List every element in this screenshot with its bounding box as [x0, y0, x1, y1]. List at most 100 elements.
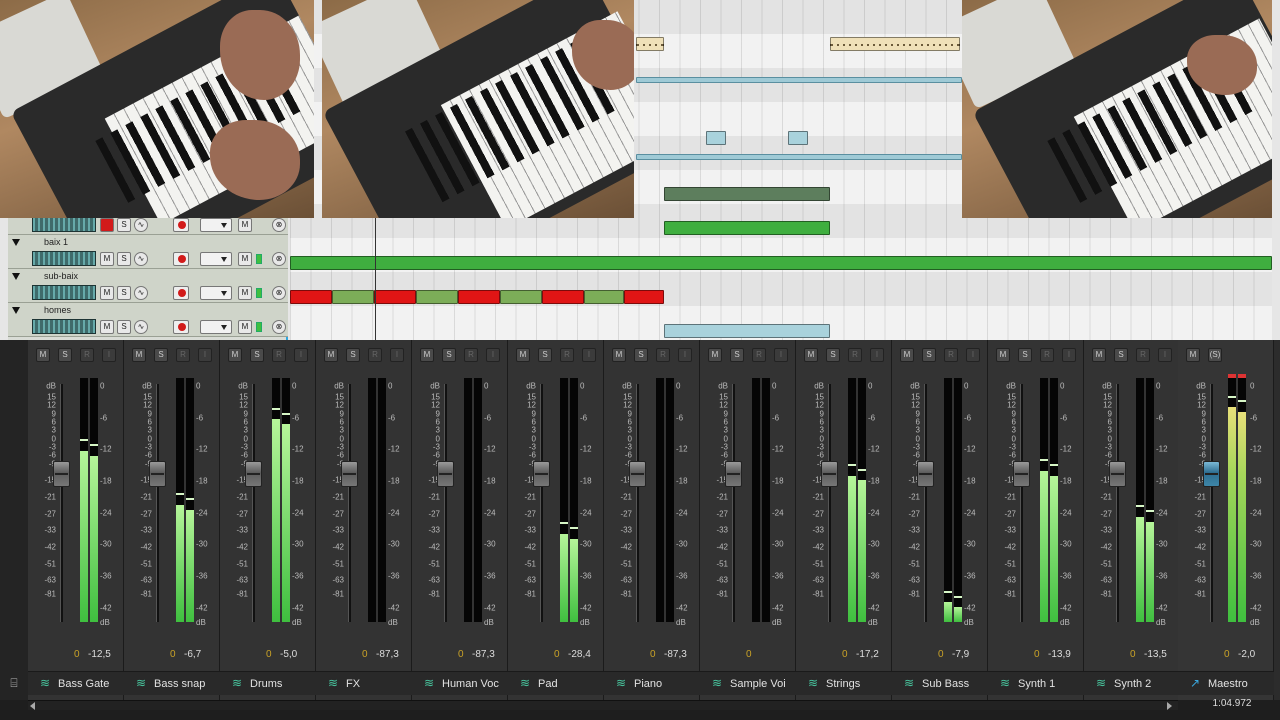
monitor-button[interactable]: M — [238, 320, 252, 334]
record-button[interactable] — [173, 252, 189, 266]
mute-button[interactable]: M — [996, 348, 1010, 362]
channel-name-bar[interactable]: ↗ Maestro — [1178, 671, 1274, 695]
clip[interactable] — [636, 154, 962, 160]
read-button[interactable]: R — [944, 348, 958, 362]
solo-button[interactable]: S — [634, 348, 648, 362]
volume-fader[interactable] — [725, 461, 742, 488]
volume-value[interactable]: -12,5 — [88, 649, 120, 660]
input-button[interactable]: I — [774, 348, 788, 362]
volume-value[interactable]: -17,2 — [856, 649, 888, 660]
clip[interactable] — [664, 187, 830, 201]
pan-value[interactable]: 0 — [1224, 649, 1230, 660]
solo-button[interactable]: S — [730, 348, 744, 362]
pan-value[interactable]: 0 — [842, 649, 848, 660]
mute-button[interactable]: M — [1186, 348, 1200, 362]
input-button[interactable]: I — [486, 348, 500, 362]
close-icon[interactable]: ⊗ — [272, 218, 286, 232]
volume-value[interactable]: -87,3 — [472, 649, 504, 660]
read-button[interactable]: R — [752, 348, 766, 362]
mute-button[interactable]: M — [132, 348, 146, 362]
monitor-button[interactable]: M — [238, 286, 252, 300]
clip[interactable] — [542, 290, 584, 304]
channel-name-bar[interactable]: ≋ Strings — [796, 671, 892, 695]
mute-button[interactable]: M — [1092, 348, 1106, 362]
pan-value[interactable]: 0 — [650, 649, 656, 660]
collapse-triangle-icon[interactable] — [12, 273, 20, 280]
input-button[interactable]: I — [966, 348, 980, 362]
volume-fader[interactable] — [1203, 461, 1220, 488]
volume-fader[interactable] — [821, 461, 838, 488]
waveform-icon[interactable]: ∿ — [134, 252, 148, 266]
pan-value[interactable]: 0 — [458, 649, 464, 660]
pan-value[interactable]: 0 — [938, 649, 944, 660]
record-button[interactable] — [173, 286, 189, 300]
pan-value[interactable]: 0 — [554, 649, 560, 660]
mute-button[interactable]: M — [804, 348, 818, 362]
clip[interactable] — [458, 290, 500, 304]
input-button[interactable]: I — [870, 348, 884, 362]
playhead[interactable] — [375, 218, 376, 340]
read-button[interactable]: R — [1136, 348, 1150, 362]
input-button[interactable]: I — [582, 348, 596, 362]
collapse-triangle-icon[interactable] — [12, 239, 20, 246]
record-button[interactable] — [173, 320, 189, 334]
read-button[interactable]: R — [176, 348, 190, 362]
record-arm-button[interactable] — [100, 218, 114, 232]
channel-name-bar[interactable]: ≋ Human Voc — [412, 671, 508, 695]
channel-name-bar[interactable]: ≋ Synth 2 — [1084, 671, 1180, 695]
volume-fader[interactable] — [53, 461, 70, 488]
waveform-icon[interactable]: ∿ — [134, 286, 148, 300]
scroll-left-icon[interactable] — [30, 702, 35, 710]
pan-value[interactable]: 0 — [362, 649, 368, 660]
monitor-button[interactable]: M — [238, 218, 252, 232]
solo-button[interactable]: (S) — [1208, 348, 1222, 362]
channel-name-bar[interactable]: ≋ Sub Bass — [892, 671, 988, 695]
input-button[interactable]: I — [198, 348, 212, 362]
read-button[interactable]: R — [272, 348, 286, 362]
input-button[interactable]: I — [1158, 348, 1172, 362]
pan-value[interactable]: 0 — [1130, 649, 1136, 660]
clip[interactable] — [332, 290, 374, 304]
volume-fader[interactable] — [437, 461, 454, 488]
mute-button[interactable]: M — [100, 320, 114, 334]
read-button[interactable]: R — [560, 348, 574, 362]
pan-value[interactable]: 0 — [170, 649, 176, 660]
solo-button[interactable]: S — [346, 348, 360, 362]
solo-button[interactable]: S — [1018, 348, 1032, 362]
clip[interactable] — [290, 290, 332, 304]
volume-value[interactable]: -87,3 — [664, 649, 696, 660]
volume-fader[interactable] — [1013, 461, 1030, 488]
volume-fader[interactable] — [629, 461, 646, 488]
solo-button[interactable]: S — [58, 348, 72, 362]
clip[interactable] — [636, 37, 664, 51]
solo-button[interactable]: S — [538, 348, 552, 362]
pan-value[interactable]: 0 — [266, 649, 272, 660]
clip[interactable] — [500, 290, 542, 304]
mute-button[interactable]: M — [900, 348, 914, 362]
mixer-scrollbar[interactable] — [28, 700, 1178, 710]
input-button[interactable]: I — [390, 348, 404, 362]
scroll-right-icon[interactable] — [1167, 702, 1172, 710]
solo-button[interactable]: S — [922, 348, 936, 362]
solo-button[interactable]: S — [117, 252, 131, 266]
input-dropdown[interactable] — [200, 320, 232, 334]
mute-button[interactable]: M — [100, 286, 114, 300]
read-button[interactable]: R — [464, 348, 478, 362]
read-button[interactable]: R — [80, 348, 94, 362]
channel-name-bar[interactable]: ≋ Sample Voi — [700, 671, 796, 695]
mute-button[interactable]: M — [420, 348, 434, 362]
input-button[interactable]: I — [294, 348, 308, 362]
channel-name-bar[interactable]: ≋ Drums — [220, 671, 316, 695]
mute-button[interactable]: M — [708, 348, 722, 362]
input-dropdown[interactable] — [200, 218, 232, 232]
clip[interactable] — [290, 256, 1272, 270]
clip[interactable] — [664, 221, 830, 235]
volume-value[interactable]: -28,4 — [568, 649, 600, 660]
record-button[interactable] — [173, 218, 189, 232]
mute-button[interactable]: M — [324, 348, 338, 362]
read-button[interactable]: R — [656, 348, 670, 362]
volume-value[interactable]: -5,0 — [280, 649, 312, 660]
channel-name-bar[interactable]: ≋ Bass Gate — [28, 671, 124, 695]
volume-fader[interactable] — [917, 461, 934, 488]
volume-fader[interactable] — [1109, 461, 1126, 488]
